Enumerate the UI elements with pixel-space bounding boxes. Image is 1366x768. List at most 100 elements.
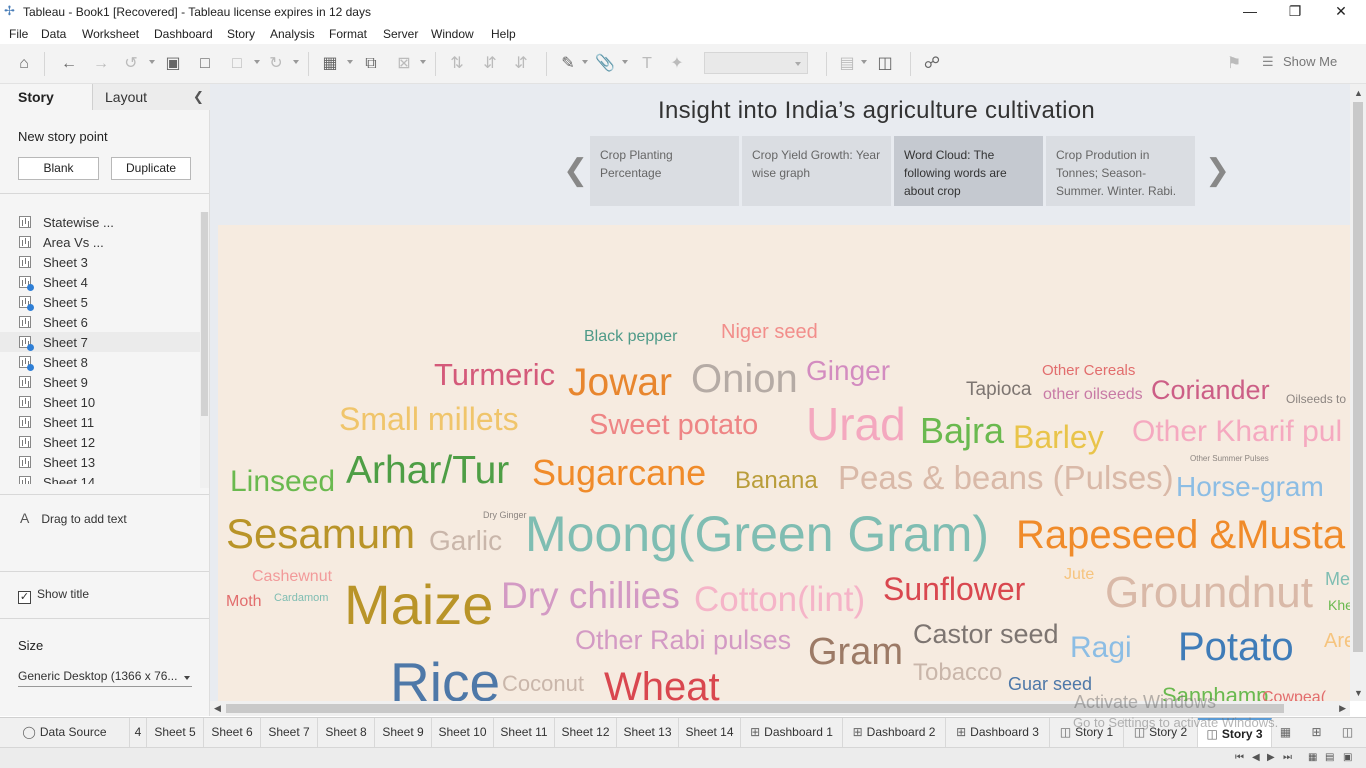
fix-axes-icon[interactable]: ✦ (666, 53, 688, 75)
word-cloud-word[interactable]: Oilseeds to (1286, 393, 1346, 405)
next-story-point-icon[interactable]: ❯ (1205, 156, 1230, 186)
tab-sheet-6[interactable]: Sheet 6 (204, 718, 261, 748)
tab-sheet-8[interactable]: Sheet 8 (318, 718, 375, 748)
sort-descending-icon[interactable]: ⇵ (510, 53, 532, 75)
fit-dropdown[interactable] (704, 52, 808, 74)
word-cloud-word[interactable]: Khe (1328, 598, 1350, 612)
word-cloud-word[interactable]: Horse-gram (1176, 473, 1324, 501)
menu-file[interactable]: File (9, 27, 28, 41)
sheet-item[interactable]: Sheet 3 (0, 252, 200, 272)
tab-story[interactable]: Story (0, 84, 93, 110)
sheet-list-scrollbar[interactable] (200, 212, 209, 488)
word-cloud-word[interactable]: Sesamum (226, 513, 415, 555)
word-cloud-word[interactable]: Potato (1178, 627, 1294, 667)
word-cloud-word[interactable]: Sweet potato (589, 411, 758, 440)
word-cloud-word[interactable]: Barley (1013, 421, 1104, 453)
word-cloud-word[interactable]: Areca (1324, 631, 1350, 651)
show-filmstrip-icon[interactable]: ▤ (1325, 752, 1334, 763)
word-cloud-word[interactable]: Jowar (568, 363, 672, 402)
new-worksheet-icon[interactable]: ▦ (319, 53, 341, 75)
tab-data-source[interactable]: ◯ Data Source (0, 718, 130, 748)
format-painter-icon[interactable]: ⚑ (1223, 53, 1245, 75)
word-cloud-word[interactable]: Castor seed (913, 621, 1059, 648)
refresh-icon[interactable]: ↻ (265, 53, 287, 75)
tab-sheet-13[interactable]: Sheet 13 (617, 718, 679, 748)
group-members-icon[interactable]: 📎 (594, 53, 616, 75)
word-cloud-word[interactable]: Cotton(lint) (694, 582, 865, 617)
highlight-dropdown-arrow[interactable] (582, 60, 588, 64)
new-story-tab-button[interactable]: ◫ (1334, 718, 1365, 748)
restore-icon[interactable]: ❐ (1272, 0, 1318, 24)
word-cloud-word[interactable]: Cardamom (274, 593, 328, 604)
word-cloud-word[interactable]: Gram (808, 633, 903, 671)
group-dropdown-arrow[interactable] (622, 60, 628, 64)
next-sheet-icon[interactable]: ▶ (1267, 752, 1275, 763)
sheet-item[interactable]: Sheet 10 (0, 392, 200, 412)
tab-dashboard-1[interactable]: ⊞ Dashboard 1 (741, 718, 843, 748)
menu-server[interactable]: Server (383, 27, 418, 41)
word-cloud-word[interactable]: Garlic (429, 527, 502, 555)
swap-rows-columns-icon[interactable]: ⇅ (446, 53, 468, 75)
last-sheet-icon[interactable]: ⏭ (1283, 752, 1292, 763)
show-sheet-sorter-icon[interactable]: ▦ (1308, 752, 1317, 763)
word-cloud-word[interactable]: Other Summer Pulses (1190, 455, 1269, 463)
word-cloud-word[interactable]: Tapioca (966, 380, 1032, 399)
word-cloud-word[interactable]: Urad (806, 401, 906, 447)
sheet-item[interactable]: Sheet 11 (0, 412, 200, 432)
close-icon[interactable]: ✕ (1318, 0, 1364, 24)
word-cloud-word[interactable]: Coriander (1151, 377, 1270, 404)
tab-sheet-7[interactable]: Sheet 7 (261, 718, 318, 748)
new-dashboard-tab-button[interactable]: ⊞ (1303, 718, 1334, 748)
word-cloud-word[interactable]: Bajra (920, 413, 1004, 449)
word-cloud-word[interactable]: Coconut (502, 673, 584, 695)
word-cloud-word[interactable]: Other Cereals (1042, 363, 1135, 378)
menu-worksheet[interactable]: Worksheet (82, 27, 139, 41)
word-cloud-word[interactable]: Rapeseed &Musta (1016, 515, 1345, 555)
tab-dashboard-2[interactable]: ⊞ Dashboard 2 (843, 718, 946, 748)
sheet-item[interactable]: Sheet 9 (0, 372, 200, 392)
word-cloud-word[interactable]: Guar seed (1008, 675, 1092, 693)
sheet-item[interactable]: Sheet 6 (0, 312, 200, 332)
word-cloud-word[interactable]: Sugarcane (532, 455, 706, 491)
duplicate-button[interactable]: Duplicate (111, 157, 191, 180)
story-point-4[interactable]: Crop Prodution in Tonnes; Season- Summer… (1046, 136, 1195, 206)
show-mark-labels-icon[interactable]: T (636, 53, 658, 75)
tab-sheet-4[interactable]: 4 (130, 718, 147, 748)
sheet-item[interactable]: Sheet 14 (0, 472, 200, 484)
previous-story-point-icon[interactable]: ❮ (563, 156, 588, 186)
collapse-pane-icon[interactable]: ❮ (193, 89, 204, 105)
tab-sheet-14[interactable]: Sheet 14 (679, 718, 741, 748)
word-cloud-word[interactable]: Small millets (339, 403, 519, 435)
word-cloud-word[interactable]: Black pepper (584, 329, 677, 345)
minimize-icon[interactable]: — (1227, 0, 1273, 24)
clear-sheet-icon[interactable]: ⊠ (393, 53, 415, 75)
presentation-mode-icon[interactable]: ◫ (874, 53, 896, 75)
tab-sheet-12[interactable]: Sheet 12 (555, 718, 617, 748)
show-me-button[interactable]: ☰ Show Me (1262, 54, 1337, 70)
story-point-1[interactable]: Crop Planting Percentage (590, 136, 739, 206)
word-cloud-word[interactable]: Wheat (604, 667, 720, 701)
scroll-right-icon[interactable]: ▶ (1339, 703, 1346, 714)
sheet-item[interactable]: Sheet 8 (0, 352, 200, 372)
previous-sheet-icon[interactable]: ◀ (1252, 752, 1260, 763)
scrollbar-thumb[interactable] (201, 212, 208, 416)
word-cloud-word[interactable]: Moth (226, 594, 262, 610)
word-cloud-word[interactable]: Me (1325, 570, 1350, 588)
sheet-item[interactable]: Sheet 4 (0, 272, 200, 292)
undo-icon[interactable]: ← (58, 53, 80, 75)
sheet-item[interactable]: Sheet 7 (0, 332, 200, 352)
menu-data[interactable]: Data (41, 27, 66, 41)
size-dropdown[interactable]: Generic Desktop (1366 x 76... (18, 669, 192, 687)
menu-dashboard[interactable]: Dashboard (154, 27, 213, 41)
scrollbar-thumb[interactable] (1353, 102, 1363, 652)
save-icon[interactable]: ▣ (162, 53, 184, 75)
word-cloud-word[interactable]: Arhar/Tur (346, 451, 509, 490)
highlight-icon[interactable]: ✎ (557, 53, 579, 75)
menu-window[interactable]: Window (431, 27, 474, 41)
tab-sheet-10[interactable]: Sheet 10 (432, 718, 494, 748)
word-cloud-word[interactable]: Cowpea( (1262, 690, 1326, 702)
fit-dropdown-arrow[interactable] (861, 60, 867, 64)
refresh-dropdown-arrow[interactable] (293, 60, 299, 64)
new-data-source-icon[interactable]: □ (194, 53, 216, 75)
menu-analysis[interactable]: Analysis (270, 27, 315, 41)
